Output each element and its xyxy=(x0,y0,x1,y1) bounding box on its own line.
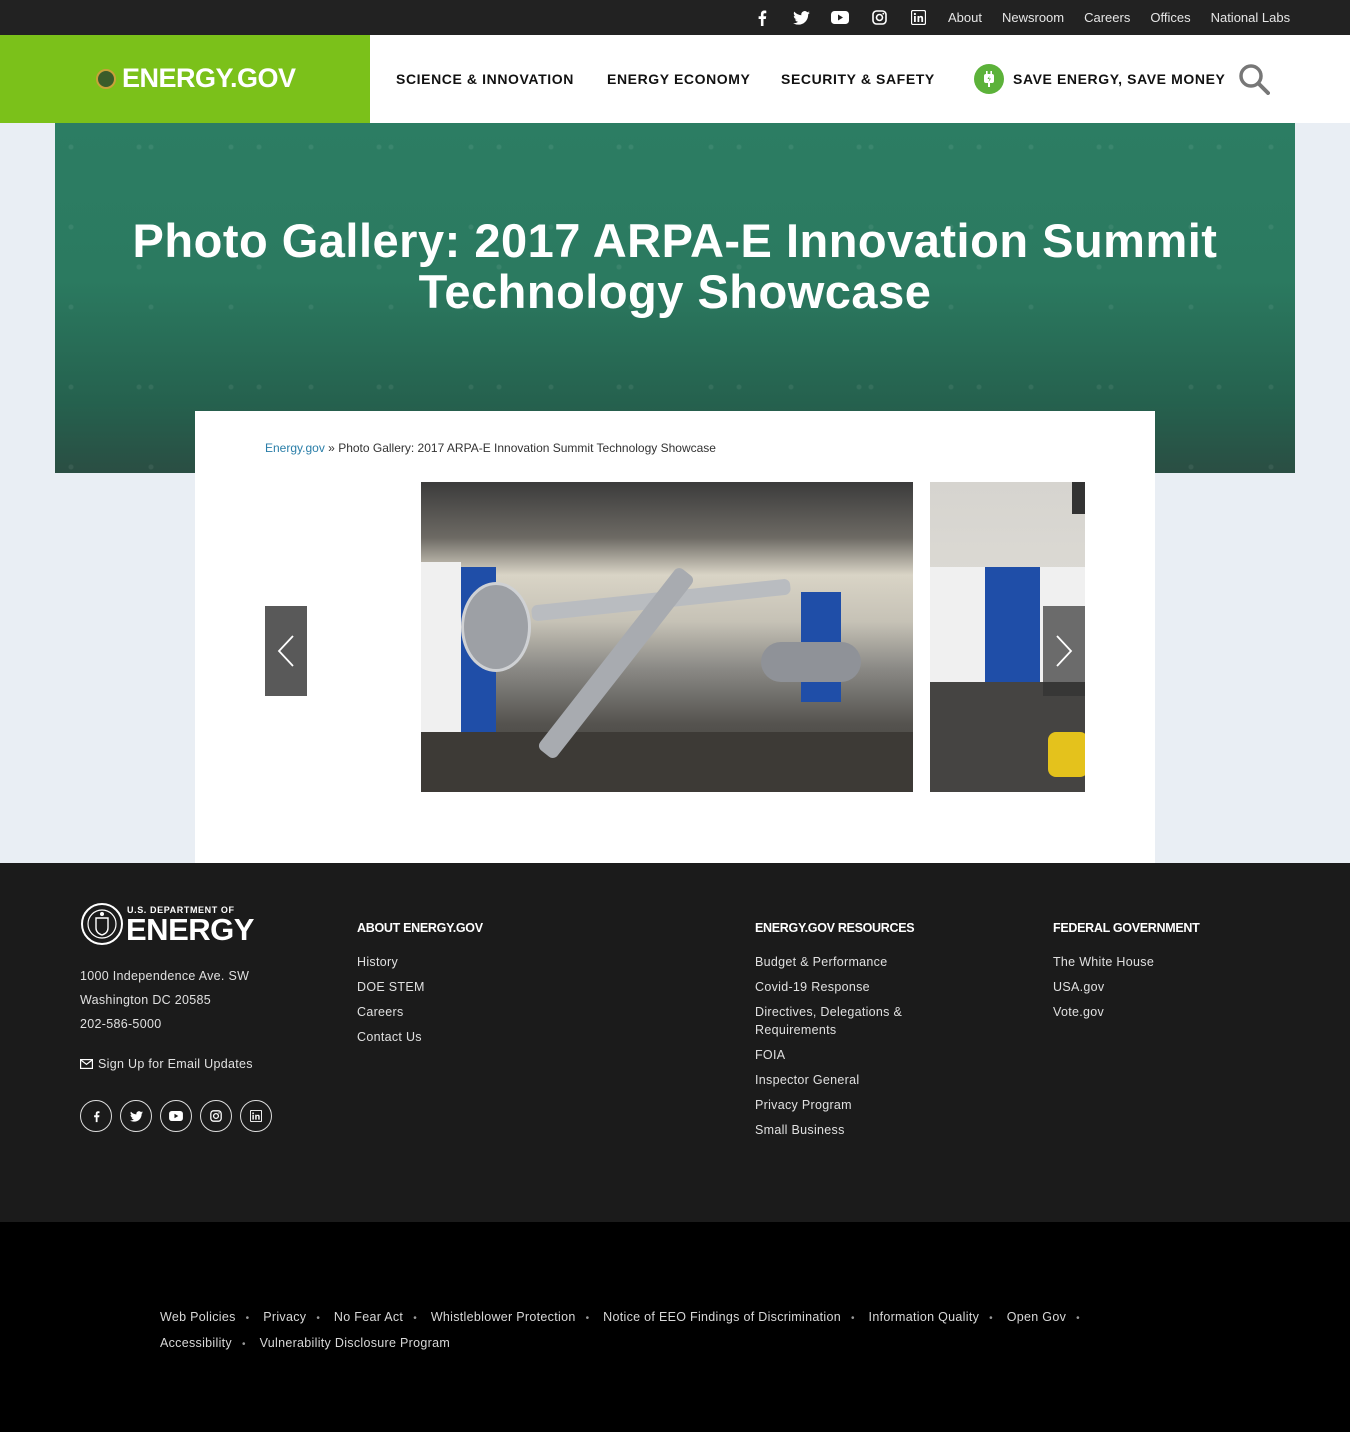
search-icon[interactable] xyxy=(1238,63,1270,95)
footer-social-icons xyxy=(80,1100,272,1132)
instagram-icon[interactable] xyxy=(200,1100,232,1132)
photo-detail xyxy=(1072,482,1085,514)
footer-link[interactable]: Directives, Delegations & Requirements xyxy=(755,1003,925,1039)
logo-text: ENERGY.GOV xyxy=(122,63,296,93)
utility-link-offices[interactable]: Offices xyxy=(1150,10,1190,25)
twitter-icon[interactable] xyxy=(120,1100,152,1132)
footer-column-about: ABOUT ENERGY.GOV History DOE STEM Career… xyxy=(357,921,657,1053)
nav-save-energy[interactable]: SAVE ENERGY, SAVE MONEY xyxy=(1013,71,1225,87)
footer-logo[interactable]: U.S. DEPARTMENT OF ENERGY xyxy=(80,902,260,948)
footer-link[interactable]: DOE STEM xyxy=(357,978,657,996)
email-signup-link[interactable]: Sign Up for Email Updates xyxy=(80,1057,253,1071)
footer-phone: 202-586-5000 xyxy=(80,1017,162,1031)
footer-column-federal: FEDERAL GOVERNMENT The White House USA.g… xyxy=(1053,921,1273,1028)
gallery-prev-button[interactable] xyxy=(265,606,307,696)
footer-address-line: Washington DC 20585 xyxy=(80,993,212,1007)
content-card: Energy.gov » Photo Gallery: 2017 ARPA-E … xyxy=(195,411,1155,863)
footer-link[interactable]: FOIA xyxy=(755,1046,925,1064)
photo-equipment xyxy=(461,582,531,672)
nav-energy-economy[interactable]: ENERGY ECONOMY xyxy=(607,71,751,87)
footer-link[interactable]: Small Business xyxy=(755,1121,925,1139)
footer-column-title: ABOUT ENERGY.GOV xyxy=(357,921,483,935)
legal-link[interactable]: Notice of EEO Findings of Discrimination xyxy=(603,1310,841,1324)
footer-column-title: FEDERAL GOVERNMENT xyxy=(1053,921,1200,935)
site-footer: U.S. DEPARTMENT OF ENERGY 1000 Independe… xyxy=(0,863,1350,1222)
gallery-next-button[interactable] xyxy=(1043,606,1085,696)
breadcrumb-home-link[interactable]: Energy.gov xyxy=(265,441,325,455)
gallery-photo-1[interactable] xyxy=(421,482,913,792)
utility-link-careers[interactable]: Careers xyxy=(1084,10,1130,25)
footer-link[interactable]: History xyxy=(357,953,657,971)
separator-dot: • xyxy=(245,1313,250,1324)
separator-dot: • xyxy=(989,1313,993,1324)
envelope-icon xyxy=(80,1059,93,1069)
site-logo[interactable]: ENERGY.GOV xyxy=(0,35,370,123)
legal-link[interactable]: Information Quality xyxy=(869,1310,980,1324)
footer-link[interactable]: Careers xyxy=(357,1003,657,1021)
youtube-icon[interactable] xyxy=(831,9,849,27)
footer-address-line: 1000 Independence Ave. SW xyxy=(80,969,250,983)
footer-link[interactable]: Budget & Performance xyxy=(755,953,925,971)
instagram-icon[interactable] xyxy=(870,9,888,27)
utility-links: About Newsroom Careers Offices National … xyxy=(948,0,1310,35)
photo-drape xyxy=(930,567,985,682)
utility-bar: About Newsroom Careers Offices National … xyxy=(0,0,1350,35)
footer-logo-big: ENERGY xyxy=(126,912,254,947)
chevron-right-icon xyxy=(1056,635,1073,667)
breadcrumb: Energy.gov » Photo Gallery: 2017 ARPA-E … xyxy=(265,441,716,455)
nav-security-safety[interactable]: SECURITY & SAFETY xyxy=(781,71,935,87)
legal-link[interactable]: No Fear Act xyxy=(334,1310,403,1324)
page-title: Photo Gallery: 2017 ARPA-E Innovation Su… xyxy=(132,214,1218,318)
utility-link-national-labs[interactable]: National Labs xyxy=(1211,10,1291,25)
legal-link[interactable]: Open Gov xyxy=(1007,1310,1066,1324)
breadcrumb-current: Photo Gallery: 2017 ARPA-E Innovation Su… xyxy=(338,441,716,455)
facebook-icon[interactable] xyxy=(80,1100,112,1132)
legal-link[interactable]: Web Policies xyxy=(160,1310,236,1324)
email-signup-label: Sign Up for Email Updates xyxy=(98,1057,253,1071)
footer-link[interactable]: Vote.gov xyxy=(1053,1003,1273,1021)
utility-link-newsroom[interactable]: Newsroom xyxy=(1002,10,1064,25)
utility-link-about[interactable]: About xyxy=(948,10,982,25)
footer-column-title: ENERGY.GOV RESOURCES xyxy=(755,921,915,935)
separator-dot: • xyxy=(413,1313,418,1324)
nav-science-innovation[interactable]: SCIENCE & INNOVATION xyxy=(396,71,574,87)
footer-link[interactable]: The White House xyxy=(1053,953,1273,971)
linkedin-icon[interactable] xyxy=(240,1100,272,1132)
photo-floor xyxy=(421,732,913,792)
plug-icon xyxy=(974,64,1004,94)
legal-link[interactable]: Whistleblower Protection xyxy=(431,1310,576,1324)
separator-dot: • xyxy=(850,1313,855,1324)
legal-links: Web Policies • Privacy • No Fear Act • Whis… xyxy=(160,1305,1120,1357)
twitter-icon[interactable] xyxy=(792,9,810,27)
facebook-icon[interactable] xyxy=(753,9,771,27)
footer-link[interactable]: USA.gov xyxy=(1053,978,1273,996)
breadcrumb-separator: » xyxy=(328,441,335,455)
footer-link[interactable]: Inspector General xyxy=(755,1071,925,1089)
doe-seal-icon xyxy=(81,903,123,945)
doe-seal-icon xyxy=(96,69,116,89)
footer-link[interactable]: Contact Us xyxy=(357,1028,657,1046)
separator-dot: • xyxy=(241,1339,246,1350)
separator-dot: • xyxy=(1076,1313,1080,1324)
youtube-icon[interactable] xyxy=(160,1100,192,1132)
legal-link[interactable]: Accessibility xyxy=(160,1336,232,1350)
linkedin-icon[interactable] xyxy=(909,9,927,27)
footer-column-resources: ENERGY.GOV RESOURCES Budget & Performanc… xyxy=(755,921,925,1146)
legal-link[interactable]: Vulnerability Disclosure Program xyxy=(260,1336,450,1350)
footer-link[interactable]: Covid-19 Response xyxy=(755,978,925,996)
footer-link[interactable]: Privacy Program xyxy=(755,1096,925,1114)
separator-dot: • xyxy=(585,1313,590,1324)
photo-drape xyxy=(985,567,1040,682)
photo-robot xyxy=(1048,732,1085,777)
site-header: ENERGY.GOV SCIENCE & INNOVATION ENERGY E… xyxy=(0,35,1350,123)
legal-link[interactable]: Privacy xyxy=(263,1310,306,1324)
photo-equipment xyxy=(761,642,861,682)
legal-bar: Web Policies • Privacy • No Fear Act • Whis… xyxy=(0,1222,1350,1432)
separator-dot: • xyxy=(316,1313,321,1324)
chevron-left-icon xyxy=(277,635,294,667)
